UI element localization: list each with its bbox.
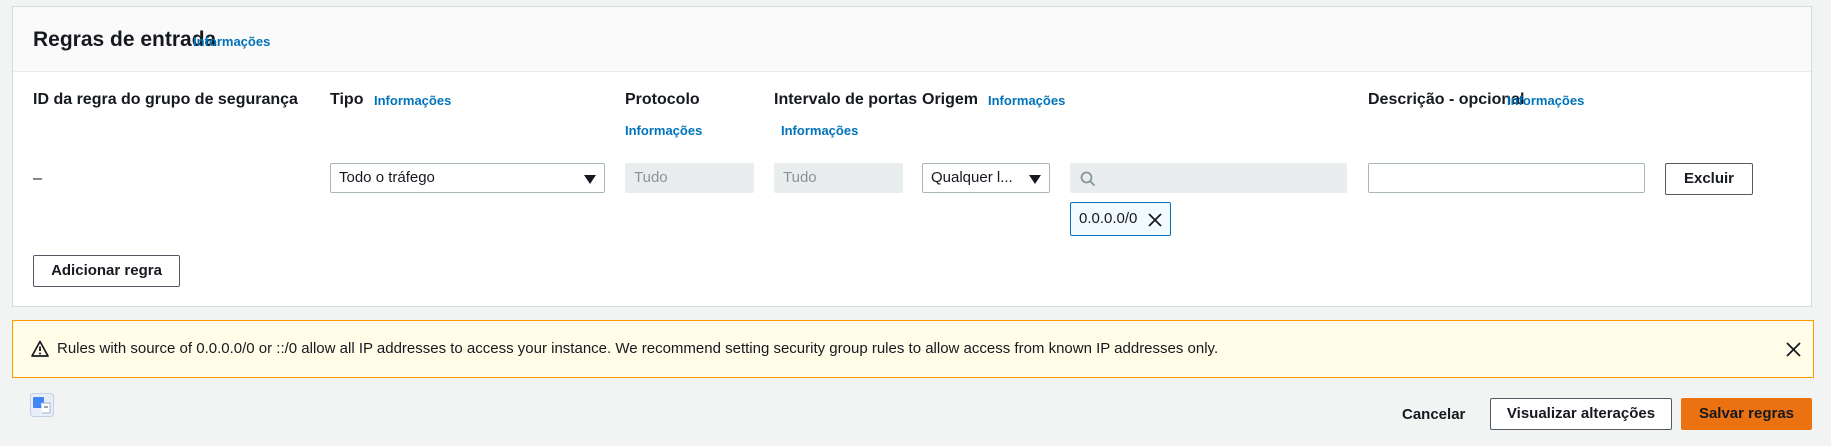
save-rules-button[interactable]: Salvar regras [1681, 398, 1812, 430]
warning-text: Rules with source of 0.0.0.0/0 or ::/0 a… [57, 340, 1219, 357]
add-rule-button[interactable]: Adicionar regra [33, 255, 180, 287]
col-type: Tipo [330, 91, 364, 108]
caret-down-icon [584, 175, 596, 184]
search-icon [1080, 171, 1096, 187]
protocol-info-link[interactable]: Informações [625, 123, 702, 138]
inbound-rules-panel: Regras de entrada Informações ID da regr… [12, 6, 1812, 307]
port-range-info-link[interactable]: Informações [781, 123, 858, 138]
port-range-field: Tudo [774, 163, 903, 193]
col-port-range: Intervalo de portas [774, 91, 918, 108]
dismiss-icon[interactable] [1786, 342, 1801, 357]
cancel-button[interactable]: Cancelar [1402, 406, 1465, 423]
type-info-link[interactable]: Informações [374, 93, 451, 108]
delete-rule-button[interactable]: Excluir [1665, 163, 1753, 195]
description-info-link[interactable]: Informações [1507, 93, 1584, 108]
origin-info-link[interactable]: Informações [988, 93, 1065, 108]
preview-changes-button[interactable]: Visualizar alterações [1490, 398, 1672, 430]
close-icon[interactable] [1148, 213, 1162, 227]
type-select-value: Todo o tráfego [339, 169, 435, 186]
col-description: Descrição - opcional [1368, 91, 1525, 108]
col-origin: Origem [922, 91, 979, 108]
protocol-value: Tudo [634, 169, 668, 186]
description-input[interactable] [1368, 163, 1645, 193]
panel-info-link[interactable]: Informações [193, 34, 270, 49]
panel-title: Regras de entrada [33, 28, 217, 51]
origin-token-label: 0.0.0.0/0 [1079, 210, 1138, 227]
type-select[interactable]: Todo o tráfego [330, 163, 605, 193]
origin-select-value: Qualquer l... [931, 169, 1013, 186]
port-range-value: Tudo [783, 169, 817, 186]
origin-select[interactable]: Qualquer l... [922, 163, 1050, 193]
col-protocol: Protocolo [625, 91, 700, 108]
origin-search-input[interactable] [1070, 163, 1347, 193]
warning-alert: Rules with source of 0.0.0.0/0 or ::/0 a… [12, 320, 1814, 378]
col-rule-id: ID da regra do grupo de segurança [33, 91, 298, 108]
caret-down-icon [1029, 175, 1041, 184]
rule-id-value: – [33, 170, 42, 187]
warning-icon [31, 340, 49, 357]
origin-token: 0.0.0.0/0 [1070, 202, 1171, 236]
panel-header: Regras de entrada Informações [13, 7, 1811, 72]
protocol-field: Tudo [625, 163, 754, 193]
translate-icon[interactable] [30, 393, 54, 417]
